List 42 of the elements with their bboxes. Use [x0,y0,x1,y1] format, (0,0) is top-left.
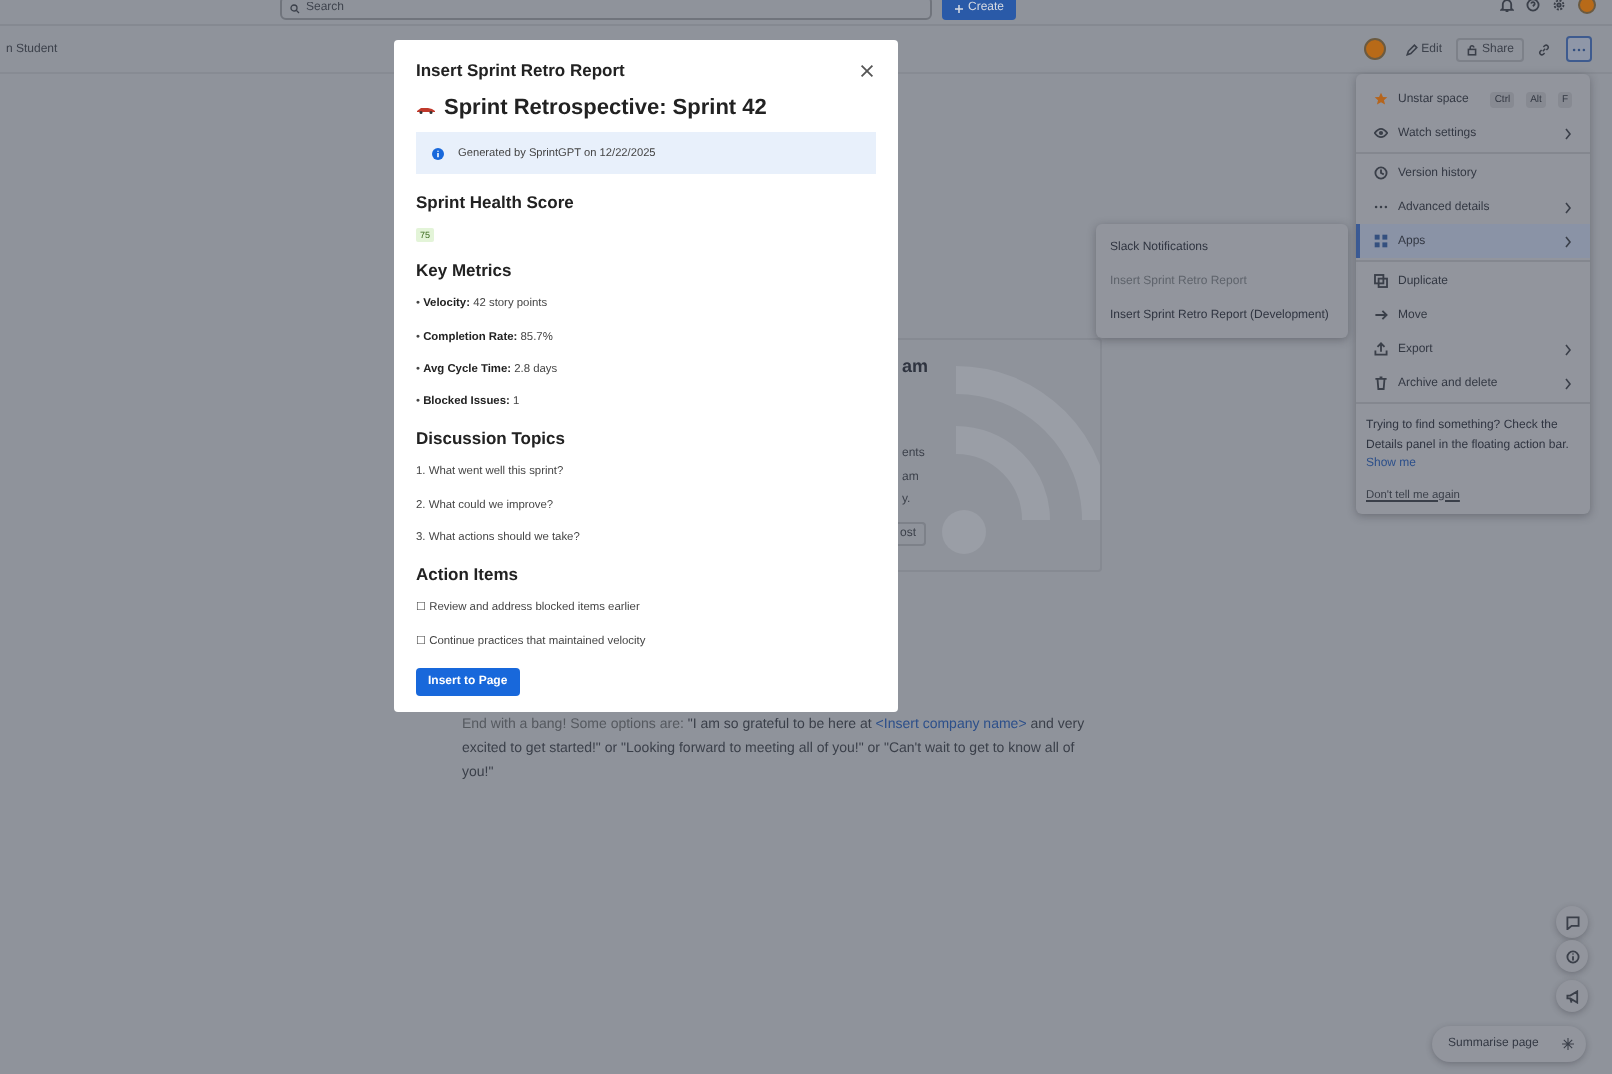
chevron-icon [1564,343,1572,355]
avatar[interactable] [1578,0,1596,14]
sparkle-icon [1562,1038,1575,1050]
trash-icon [1374,376,1388,390]
section-heading: Discussion Topics [416,428,567,449]
help-icon[interactable] [1526,0,1540,12]
link-icon [1538,43,1550,55]
clock-icon [1374,166,1388,180]
info-button[interactable] [1556,940,1588,972]
chevron-icon [1564,235,1572,247]
apps-icon [1374,234,1388,248]
comment-icon [1565,915,1579,929]
close-button[interactable] [858,61,876,79]
eye-icon [1374,126,1388,140]
pencil-icon [1405,43,1418,55]
more-icon [1374,200,1388,214]
comment-button[interactable] [1556,906,1588,938]
chevron-icon [1564,127,1572,139]
info-icon [1565,949,1579,963]
race-car-icon [416,103,436,113]
announce-button[interactable] [1556,980,1588,1012]
chevron-icon [1564,201,1572,213]
section-heading: Action Items [416,564,521,585]
section-heading: Sprint Health Score [416,192,576,212]
star-icon [1374,92,1388,106]
info-icon [432,147,444,159]
settings-icon[interactable] [1552,0,1566,12]
chevron-icon [1564,377,1572,389]
search-icon [290,3,300,13]
plus-icon [954,3,964,13]
avatar [1363,38,1386,60]
more-button[interactable] [1566,36,1592,62]
bell-icon[interactable] [1500,0,1514,12]
dialog-title: Insert Sprint Retro Report [416,60,625,80]
lock-icon [1465,43,1478,55]
arrow-icon [1374,308,1388,322]
card-heading: am [902,356,931,376]
upload-icon [1374,342,1388,356]
megaphone-icon [1565,989,1579,1003]
report-heading: Sprint Retrospective: Sprint 42 [444,96,767,120]
section-heading: Key Metrics [416,260,514,280]
copy-icon [1374,274,1388,288]
